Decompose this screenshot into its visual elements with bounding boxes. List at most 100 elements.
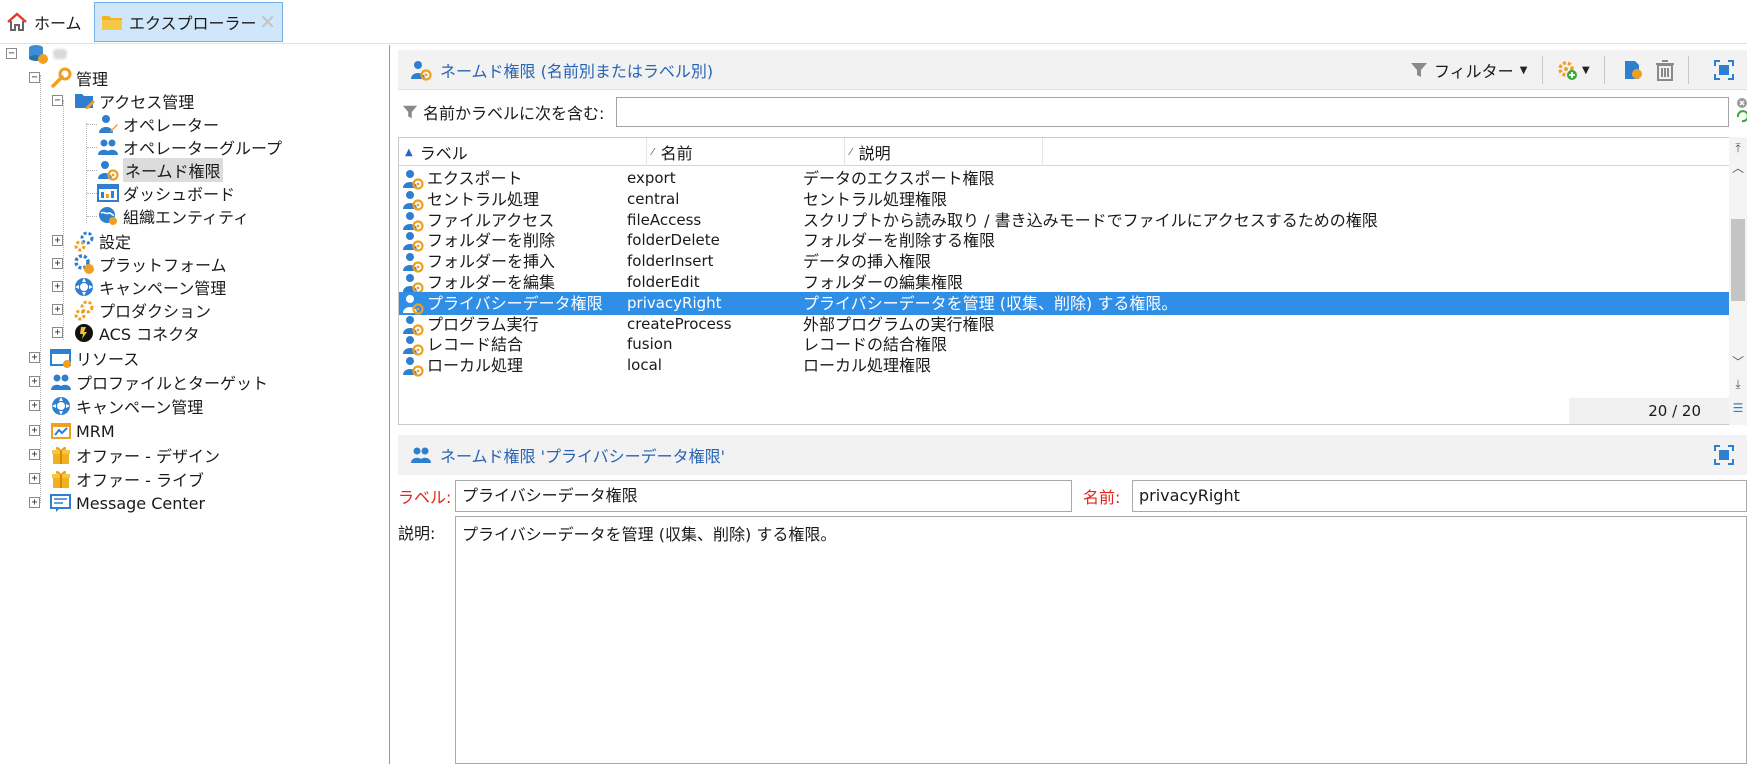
column-config-icon[interactable]: ☰ <box>1729 399 1747 417</box>
named-right-icon <box>410 59 432 81</box>
table-footer: 20 / 20 <box>399 398 1729 424</box>
tree-expand-toggle[interactable]: + <box>29 400 40 411</box>
tree-item-resources[interactable]: リソース <box>50 345 139 371</box>
tree-root[interactable] <box>27 41 67 67</box>
tree-expand-toggle[interactable]: + <box>29 497 40 508</box>
label-field[interactable]: プライバシーデータ権限 <box>455 480 1072 512</box>
tree-expand-toggle[interactable]: + <box>29 425 40 436</box>
tree-expand-toggle[interactable]: + <box>52 235 63 246</box>
description-field[interactable]: プライバシーデータを管理 (収集、削除) する権限。 <box>455 516 1747 764</box>
column-header-description[interactable]: ⁄ 説明 <box>845 138 1043 166</box>
tree-root-label <box>53 49 67 59</box>
gift-icon <box>50 468 72 490</box>
tree-item-profiles-targets[interactable]: プロファイルとターゲット <box>50 369 268 395</box>
tab-home[interactable]: ホーム <box>6 2 90 42</box>
cell-description: ローカル処理権限 <box>803 356 932 376</box>
dashboard-icon <box>97 182 119 204</box>
column-header-label[interactable]: ▲ ラベル <box>399 138 647 166</box>
tree-item-message-center[interactable]: Message Center <box>50 490 205 516</box>
table-row[interactable]: フォルダーを削除 folderDelete フォルダーを削除する権限 <box>399 229 1729 252</box>
description-caption: 説明: <box>398 524 436 543</box>
tree-item-offer-live[interactable]: オファー - ライブ <box>50 466 204 492</box>
named-right-icon <box>402 334 424 356</box>
cell-description: 外部プログラムの実行権限 <box>803 314 995 334</box>
cell-description: スクリプトから読み取り / 書き込みモードでファイルにアクセスするための権限 <box>803 210 1378 230</box>
operator-group-icon <box>97 136 119 158</box>
tree-collapse-toggle[interactable]: − <box>29 72 40 83</box>
table-row[interactable]: セントラル処理 central セントラル処理権限 <box>399 188 1729 211</box>
tree-expand-toggle[interactable]: + <box>52 258 63 269</box>
table-row[interactable]: フォルダーを編集 folderEdit フォルダーの編集権限 <box>399 271 1729 294</box>
gear-add-icon[interactable]: ▼ <box>1556 59 1596 81</box>
tree-item-acs-connector[interactable]: ACS コネクタ <box>73 320 199 346</box>
cell-label: エクスポート <box>427 169 523 188</box>
table-row[interactable]: ローカル処理 local ローカル処理権限 <box>399 354 1729 377</box>
filter-label: 名前かラベルに次を含む: <box>402 100 604 124</box>
tree-expand-toggle[interactable]: + <box>52 304 63 315</box>
record-count: 20 / 20 <box>1569 398 1729 424</box>
scrollbar-thumb[interactable] <box>1731 219 1745 301</box>
table-row[interactable]: エクスポート export データのエクスポート権限 <box>399 167 1729 190</box>
sortable-icon: ⁄ <box>850 146 852 158</box>
scroll-down-icon[interactable]: ﹀ <box>1729 353 1747 371</box>
tab-explorer[interactable]: エクスプローラー ✕ <box>94 2 283 42</box>
tree-item-offer-design[interactable]: オファー - デザイン <box>50 442 220 468</box>
cell-label: セントラル処理 <box>427 189 540 209</box>
tree-expand-toggle[interactable]: + <box>52 327 63 338</box>
funnel-icon <box>1410 61 1428 79</box>
navigation-tree: − − 管理 − アクセス管理 オペレーター オペレーターグループ ネームド権限… <box>0 45 390 764</box>
sort-ascending-icon: ▲ <box>405 146 413 158</box>
tree-item-mrm[interactable]: MRM <box>50 418 115 444</box>
cell-name: central <box>627 189 680 208</box>
new-item-icon[interactable] <box>1622 59 1644 81</box>
scroll-bottom-icon[interactable]: ⤓ <box>1729 375 1747 393</box>
table-row[interactable]: プログラム実行 createProcess 外部プログラムの実行権限 <box>399 313 1729 336</box>
named-right-icon <box>97 159 119 181</box>
tree-collapse-toggle[interactable]: − <box>6 48 17 59</box>
platform-icon <box>73 253 95 275</box>
folder-icon <box>101 11 123 33</box>
cell-name: folderEdit <box>627 273 700 291</box>
table-row[interactable]: ファイルアクセス fileAccess スクリプトから読み取り / 書き込みモードで… <box>399 209 1729 232</box>
column-header-name[interactable]: ⁄ 名前 <box>647 138 845 166</box>
cell-description: セントラル処理権限 <box>803 189 948 209</box>
cell-name: fusion <box>627 335 673 354</box>
cell-description: フォルダーの編集権限 <box>803 273 964 292</box>
tree-item-campaign-management-top[interactable]: キャンペーン管理 <box>50 393 203 419</box>
resources-icon <box>50 347 72 369</box>
list-panel-header: ネームド権限 (名前別またはラベル別) フィルター ▼ ▼ <box>398 50 1747 90</box>
table-row[interactable]: プライバシーデータ権限 privacyRight プライバシーデータを管理 (収集、… <box>399 291 1729 315</box>
table-row[interactable]: フォルダーを挿入 folderInsert データの挿入権限 <box>399 250 1729 273</box>
filter-button[interactable]: フィルター ▼ <box>1410 58 1527 82</box>
scroll-up-icon[interactable]: ︿ <box>1729 159 1747 177</box>
database-icon <box>27 43 49 65</box>
cell-description: フォルダーを削除する権限 <box>803 231 996 251</box>
campaign-icon <box>50 395 72 417</box>
tree-collapse-toggle[interactable]: − <box>52 95 63 106</box>
table-scrollbar[interactable]: ⤒ ︿ ﹀ ⤓ ☰ <box>1729 137 1747 425</box>
tree-item-org-entities[interactable]: 組織エンティティ <box>97 203 249 229</box>
cell-description: レコードの結合権限 <box>803 335 948 355</box>
scroll-top-icon[interactable]: ⤒ <box>1729 139 1747 157</box>
named-right-icon <box>402 272 424 294</box>
tree-expand-toggle[interactable]: + <box>29 376 40 387</box>
tree-expand-toggle[interactable]: + <box>29 449 40 460</box>
detail-panel-header: ネームド権限 'プライバシーデータ権限' <box>398 435 1747 475</box>
maximize-icon[interactable] <box>1713 444 1735 466</box>
name-field[interactable]: privacyRight <box>1132 480 1747 512</box>
named-right-icon <box>402 230 424 252</box>
filter-input[interactable] <box>616 97 1729 127</box>
tree-expand-toggle[interactable]: + <box>29 352 40 363</box>
trash-icon[interactable] <box>1654 59 1676 81</box>
operator-icon <box>97 113 119 135</box>
tree-expand-toggle[interactable]: + <box>52 281 63 292</box>
table-row[interactable]: レコード結合 fusion レコードの結合権限 <box>399 333 1729 356</box>
cell-name: privacyRight <box>627 293 722 312</box>
tree-expand-toggle[interactable]: + <box>29 473 40 484</box>
maximize-icon[interactable] <box>1713 59 1735 81</box>
cell-label: プライバシーデータ権限 <box>427 293 603 313</box>
cell-description: プライバシーデータを管理 (収集、削除) する権限。 <box>803 293 1178 313</box>
clear-filter-icon[interactable] <box>1736 96 1747 126</box>
tab-explorer-label: エクスプローラー <box>129 14 257 33</box>
close-icon[interactable]: ✕ <box>259 12 276 32</box>
